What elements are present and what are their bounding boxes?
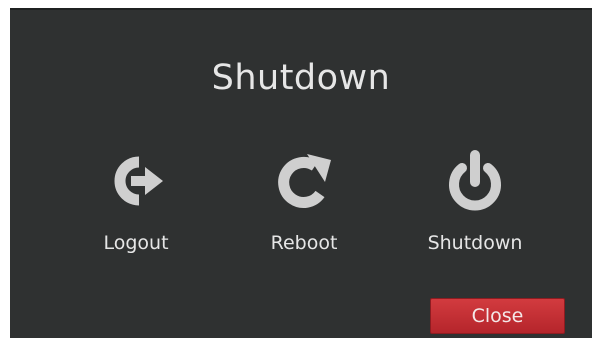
shutdown-dialog: Shutdown Logout Reboot Shutdown Close — [10, 8, 592, 338]
reboot-icon — [278, 154, 331, 208]
logout-label: Logout — [103, 232, 169, 254]
close-button[interactable]: Close — [430, 298, 565, 334]
logout-button[interactable]: Logout — [66, 146, 206, 276]
shutdown-label: Shutdown — [427, 232, 523, 254]
reboot-button[interactable]: Reboot — [234, 146, 374, 276]
dialog-title: Shutdown — [211, 58, 391, 98]
reboot-label: Reboot — [270, 232, 338, 254]
screen-frame: Shutdown Logout Reboot Shutdown Close — [0, 0, 601, 349]
power-icon — [449, 150, 501, 211]
shutdown-button[interactable]: Shutdown — [405, 146, 545, 276]
logout-icon — [114, 156, 163, 206]
